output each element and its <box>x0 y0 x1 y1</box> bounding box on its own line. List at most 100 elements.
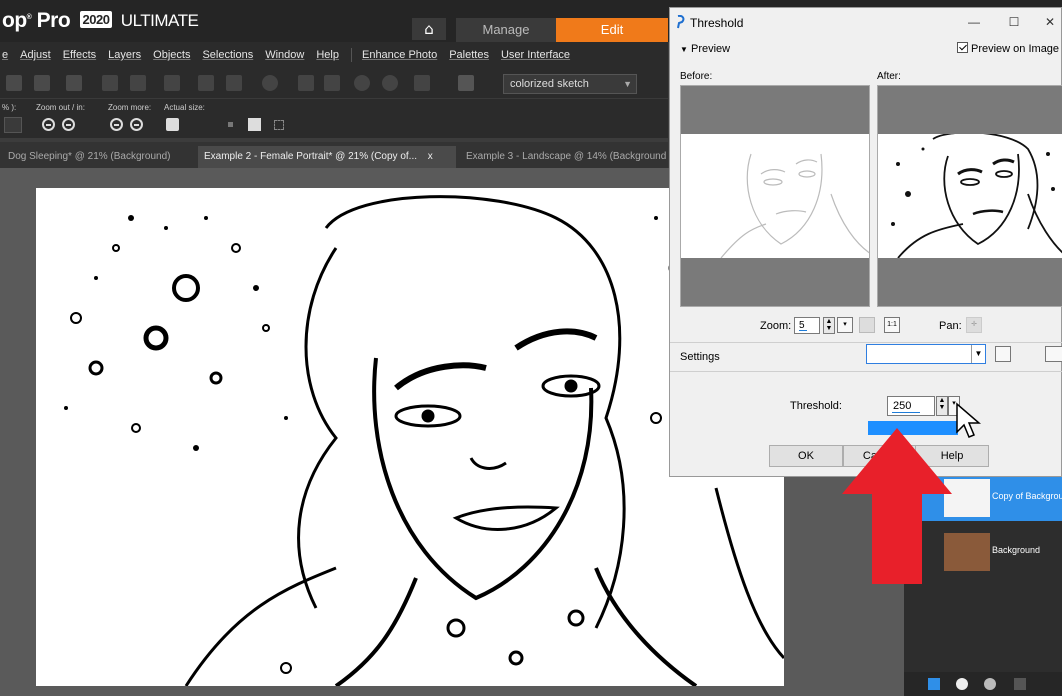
chevron-down-icon: ▼ <box>623 79 632 89</box>
menu-item-help[interactable]: Help <box>316 49 339 61</box>
print-icon[interactable] <box>66 75 82 91</box>
menu-item-objects[interactable]: Objects <box>153 49 190 61</box>
brand-prefix: op <box>2 9 27 32</box>
close-icon[interactable]: x <box>428 151 433 162</box>
threshold-spinner[interactable]: ▲ ▼ <box>936 396 948 416</box>
mouse-cursor-icon <box>956 402 981 438</box>
minimize-button[interactable]: — <box>962 12 986 32</box>
tab-edit[interactable]: Edit <box>556 18 668 42</box>
after-preview[interactable] <box>877 85 1062 307</box>
layer-name: Copy of Background <box>992 491 1062 501</box>
actual-size-icon[interactable]: 1:1 <box>884 317 900 333</box>
before-label: Before: <box>680 71 713 82</box>
pan-move-icon[interactable]: ✛ <box>966 317 982 333</box>
menu-item-layers[interactable]: Layers <box>108 49 141 61</box>
after-preview-image <box>878 134 1062 258</box>
menu-bar: e Adjust Effects Layers Objects Selectio… <box>0 42 668 68</box>
zoom-more-out-icon[interactable] <box>110 118 123 131</box>
zoom-input[interactable]: 5 <box>794 317 820 334</box>
new-layer-icon[interactable] <box>928 678 940 690</box>
menu-item-enhance-photo[interactable]: Enhance Photo <box>362 49 437 61</box>
home-button[interactable]: ⌂ <box>412 18 446 40</box>
pan-label: Pan: <box>939 320 962 332</box>
grid-icon[interactable] <box>298 75 314 91</box>
divider <box>670 342 1062 343</box>
menu-item-palettes[interactable]: Palettes <box>449 49 489 61</box>
proof-icon[interactable] <box>859 317 875 333</box>
rotate-right-icon[interactable] <box>226 75 242 91</box>
close-button[interactable]: ✕ <box>1038 12 1062 32</box>
ok-button[interactable]: OK <box>769 445 843 467</box>
save-as-icon[interactable] <box>34 75 50 91</box>
tab-manage[interactable]: Manage <box>456 18 556 42</box>
image-icon[interactable] <box>324 75 340 91</box>
zoom-value: 5 <box>799 320 805 331</box>
crop-icon[interactable] <box>164 75 180 91</box>
doc-tab-female-portrait[interactable]: Example 2 - Female Portrait* @ 21% (Copy… <box>198 146 456 168</box>
home-icon: ⌂ <box>424 20 434 38</box>
app-logo: op® Pro 2020 ULTIMATE <box>2 9 199 32</box>
menu-item-user-interface[interactable]: User Interface <box>501 49 570 61</box>
paintshop-pro-icon <box>677 15 685 29</box>
save-icon[interactable] <box>6 75 22 91</box>
zoom-out-icon[interactable] <box>42 118 55 131</box>
red-arrow-annotation <box>842 428 952 584</box>
actual-size-icon[interactable] <box>166 118 179 131</box>
doc-tab-label: Example 2 - Female Portrait* @ 21% (Copy… <box>204 151 418 162</box>
preview-on-image-checkbox[interactable]: Preview on Image <box>957 42 1059 55</box>
zoom-in-icon[interactable] <box>382 75 398 91</box>
threshold-dialog: Threshold — ☐ ✕ ▼ Preview Preview on Ima… <box>669 7 1062 477</box>
dialog-title: Threshold <box>690 16 744 30</box>
info-icon[interactable] <box>262 75 278 91</box>
menu-item-file[interactable]: e <box>2 49 8 61</box>
rotate-left-icon[interactable] <box>198 75 214 91</box>
layer-name: Background <box>992 545 1041 555</box>
zoom-spinner[interactable]: ▲ ▼ <box>823 317 835 334</box>
preset-script-value: colorized sketch <box>510 78 589 90</box>
before-sketch-image <box>720 153 869 258</box>
threshold-value: 250 <box>893 400 912 412</box>
threshold-input[interactable]: 250 <box>887 396 935 416</box>
zoom-in-icon[interactable] <box>62 118 75 131</box>
script-run-icon[interactable] <box>458 75 474 91</box>
menu-item-effects[interactable]: Effects <box>63 49 96 61</box>
menu-item-selections[interactable]: Selections <box>202 49 253 61</box>
fit-window-icon[interactable] <box>248 118 261 131</box>
threshold-label: Threshold: <box>790 400 842 412</box>
delete-layer-icon[interactable] <box>1014 678 1026 690</box>
undo-icon[interactable] <box>102 75 118 91</box>
adjustment-layer-icon[interactable] <box>984 678 996 690</box>
fit-screen-icon[interactable] <box>274 120 284 130</box>
zoom-label: Zoom: <box>760 320 792 332</box>
mask-icon[interactable] <box>956 678 968 690</box>
maximize-button[interactable]: ☐ <box>1002 12 1026 32</box>
redo-icon[interactable] <box>130 75 146 91</box>
preset-script-combo[interactable]: colorized sketch ▼ <box>503 74 637 94</box>
brand-year: 2020 <box>79 11 113 28</box>
zoom-percent-dropdown[interactable] <box>4 117 22 133</box>
before-preview[interactable] <box>680 85 870 307</box>
menu-separator <box>350 48 352 62</box>
preview-toggle[interactable]: ▼ Preview <box>680 43 730 55</box>
doc-tab-landscape[interactable]: Example 3 - Landscape @ 14% (Background <box>460 146 668 168</box>
save-preset-icon[interactable] <box>995 346 1011 362</box>
menu-item-adjust[interactable]: Adjust <box>20 49 51 61</box>
zoom-out-icon[interactable] <box>354 75 370 91</box>
zoom-more-in-icon[interactable] <box>130 118 143 131</box>
zoom-percent-label: % ): <box>2 103 17 112</box>
doc-tab-dog-sleeping[interactable]: Dog Sleeping* @ 21% (Background) <box>2 146 186 168</box>
brand-name: Pro <box>36 9 71 32</box>
divider <box>670 371 1062 372</box>
fit-icon[interactable] <box>228 122 233 127</box>
actual-size-label: Actual size: <box>164 103 205 112</box>
preview-toggle-label: Preview <box>690 43 731 55</box>
document-tabs: Dog Sleeping* @ 21% (Background) Example… <box>0 142 668 168</box>
script-icon[interactable] <box>414 75 430 91</box>
reset-icon[interactable] <box>1045 346 1062 362</box>
settings-preset-select[interactable]: ▼ <box>866 344 986 364</box>
zoom-more-label: Zoom more: <box>108 103 152 112</box>
brand-edition: ULTIMATE <box>120 11 199 30</box>
zoom-controls: Zoom: 5 ▲ ▼ ▾ 1:1 Pan: ✛ <box>670 314 1062 338</box>
zoom-menu-button[interactable]: ▾ <box>837 317 853 333</box>
menu-item-window[interactable]: Window <box>265 49 304 61</box>
